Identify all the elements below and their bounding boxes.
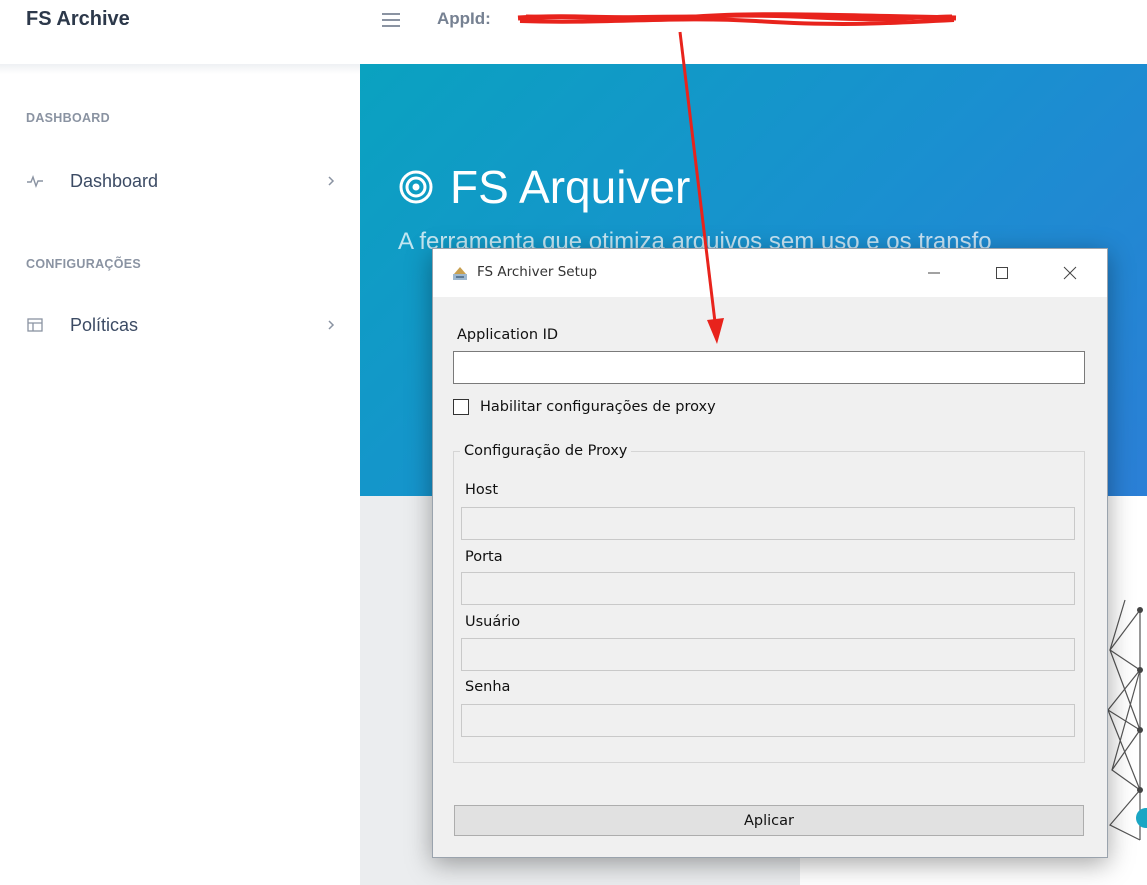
close-icon: [1063, 266, 1077, 280]
chevron-right-icon: [328, 176, 335, 186]
proxy-checkbox[interactable]: [453, 399, 469, 415]
hero-heading: FS Arquiver: [398, 160, 690, 214]
app-icon: [453, 267, 467, 280]
hero-title: FS Arquiver: [450, 161, 691, 213]
sidebar-top-shadow: [0, 64, 360, 74]
proxy-checkbox-label[interactable]: Habilitar configurações de proxy: [480, 399, 716, 415]
host-label: Host: [465, 482, 499, 498]
app-id-input[interactable]: [453, 351, 1085, 384]
senha-input[interactable]: [461, 704, 1075, 737]
senha-label: Senha: [465, 679, 511, 695]
sidebar-item-dashboard[interactable]: Dashboard: [26, 167, 336, 195]
redaction-scribble: [517, 12, 957, 26]
top-header: FS Archive AppId:: [0, 0, 1147, 64]
setup-dialog: FS Archiver Setup Application ID Habilit…: [432, 248, 1108, 858]
porta-label: Porta: [465, 549, 503, 565]
maximize-button[interactable]: [979, 257, 1025, 289]
brand-title[interactable]: FS Archive: [26, 8, 130, 31]
maximize-icon: [996, 267, 1008, 279]
close-button[interactable]: [1047, 257, 1093, 289]
appid-label: AppId:: [437, 9, 491, 28]
nav-title-configuracoes: CONFIGURAÇÕES: [26, 257, 142, 271]
layout-icon: [26, 316, 44, 334]
apply-button[interactable]: Aplicar: [454, 805, 1084, 836]
sidebar-item-politicas[interactable]: Políticas: [26, 311, 336, 339]
sidebar-item-label: Dashboard: [70, 170, 159, 191]
porta-input[interactable]: [461, 572, 1075, 605]
nav-title-dashboard: DASHBOARD: [26, 111, 110, 125]
chevron-right-icon: [328, 320, 335, 330]
proxy-group-title: Configuração de Proxy: [460, 443, 632, 459]
host-input[interactable]: [461, 507, 1075, 540]
dialog-titlebar[interactable]: FS Archiver Setup: [433, 249, 1107, 297]
minimize-icon: [928, 272, 940, 274]
usuario-label: Usuário: [465, 614, 521, 630]
minimize-button[interactable]: [911, 257, 957, 289]
usuario-input[interactable]: [461, 638, 1075, 671]
target-icon: [399, 170, 433, 204]
hamburger-icon[interactable]: [382, 13, 400, 27]
app-id-label: Application ID: [457, 327, 559, 343]
dialog-title: FS Archiver Setup: [477, 264, 598, 280]
sidebar-item-label: Políticas: [70, 314, 139, 335]
activity-icon: [26, 172, 44, 190]
